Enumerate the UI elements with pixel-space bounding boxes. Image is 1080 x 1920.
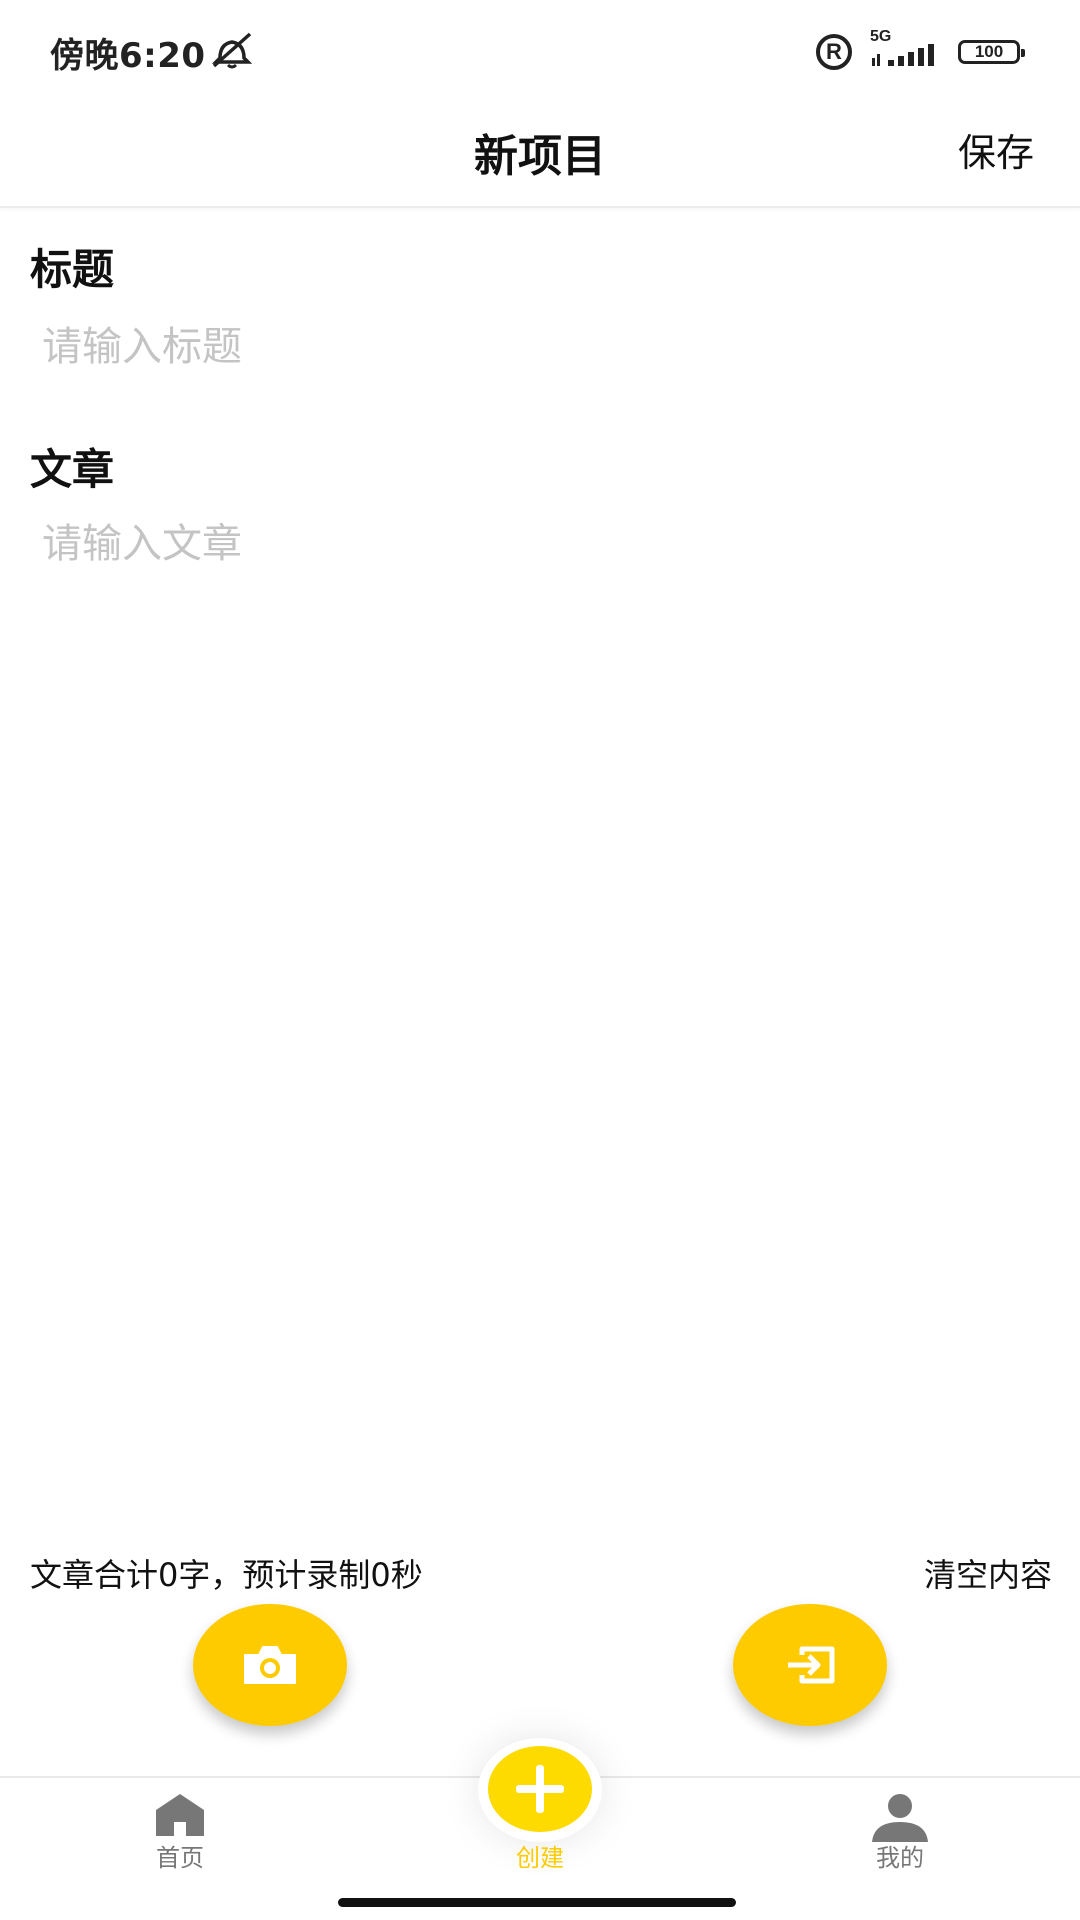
camera-button[interactable] [193, 1604, 347, 1726]
status-icons: R 5G 100 [816, 28, 1025, 74]
nav-item-home[interactable]: 首页 [80, 1778, 280, 1888]
nav-label-mine: 我的 [876, 1844, 924, 1872]
article-label: 文章 [30, 445, 115, 494]
battery-icon: 100 [958, 40, 1025, 64]
camera-icon [244, 1646, 296, 1684]
screen: 傍晚6:20 R 5G 100 新项目 保存 标题 请输入标题 文章 请输入文章… [0, 0, 1080, 1920]
page-title: 新项目 [474, 131, 606, 182]
registered-icon: R [816, 34, 852, 70]
word-count-text: 文章合计0字，预计录制0秒 [30, 1556, 423, 1594]
home-icon [156, 1794, 204, 1836]
article-input[interactable] [30, 514, 1050, 1494]
status-bar: 傍晚6:20 R 5G 100 [0, 0, 1080, 100]
status-time: 傍晚6:20 [50, 36, 206, 76]
home-indicator[interactable] [338, 1898, 736, 1907]
signal-icon: 5G [870, 28, 940, 72]
import-icon [788, 1646, 835, 1684]
nav-item-create[interactable]: 创建 [440, 1778, 640, 1888]
clear-content-button[interactable]: 清空内容 [924, 1550, 1052, 1596]
mute-vibrate-icon [211, 32, 253, 69]
app-header: 新项目 保存 [0, 100, 1080, 208]
person-icon [872, 1794, 928, 1842]
title-input[interactable] [30, 316, 1050, 378]
import-button[interactable] [733, 1604, 887, 1726]
nav-label-home: 首页 [156, 1844, 204, 1872]
nav-item-mine[interactable]: 我的 [800, 1778, 1000, 1888]
nav-label-create: 创建 [516, 1844, 564, 1872]
save-button[interactable]: 保存 [958, 122, 1034, 177]
title-label: 标题 [30, 245, 115, 294]
